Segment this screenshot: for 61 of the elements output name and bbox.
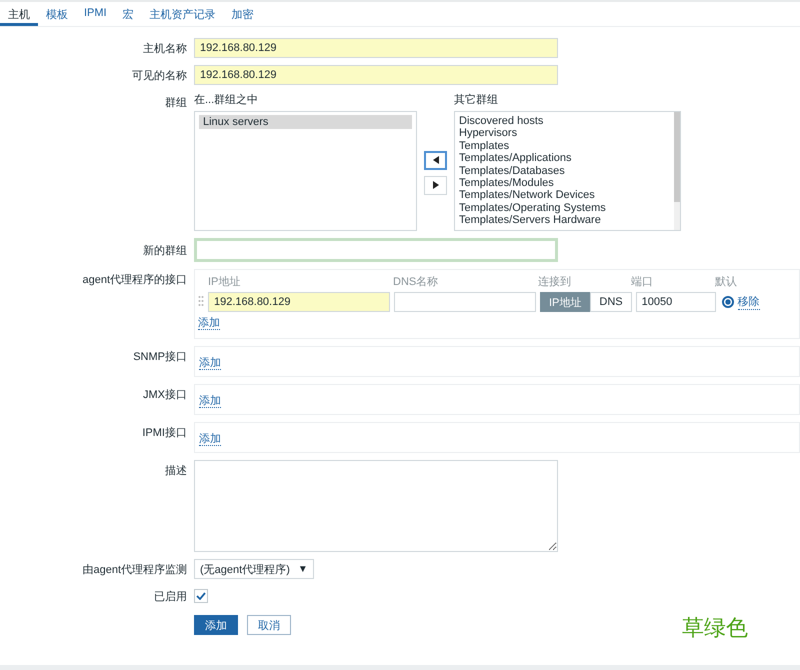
field-label: IPMI接口 (141, 426, 187, 440)
dropdown[interactable]: (无agent代理程序) ▼ (194, 559, 314, 579)
add-link[interactable]: 添加 (199, 395, 221, 408)
drag-handle-icon[interactable] (198, 295, 204, 309)
checkbox[interactable] (194, 589, 208, 603)
list-item[interactable]: Templates/Applications (459, 152, 670, 165)
field-label: 新的群组 (142, 244, 187, 258)
left-triangle-icon (432, 156, 438, 164)
field-label: agent代理程序的接口 (81, 272, 187, 287)
column-header: 连接到 (538, 274, 572, 289)
form-button[interactable]: 取消 (247, 615, 291, 635)
remove-link[interactable]: 移除 (738, 294, 760, 310)
text-area[interactable] (194, 460, 558, 552)
input-field[interactable]: 192.168.80.129 (208, 292, 390, 312)
field-label: 主机名称 (142, 42, 187, 56)
toggle-button[interactable]: DNS (590, 292, 632, 312)
move-left-button[interactable] (424, 150, 447, 170)
list-item[interactable]: Templates/Operating Systems (459, 202, 670, 214)
radio-button[interactable] (722, 296, 734, 308)
tab[interactable]: 模板 (38, 2, 76, 26)
input-field[interactable]: 192.168.80.129 (194, 65, 558, 85)
list-item[interactable]: Templates/Databases (459, 164, 670, 178)
list-item[interactable]: Linux servers (199, 115, 412, 129)
list-item[interactable]: Hypervisors (459, 127, 670, 140)
input-field[interactable] (394, 292, 536, 312)
list-box[interactable]: Discovered hosts Hypervisors Templates Templates/Applications Templates/Databases Templates/Modules Templates/Network Devices Templates/Operating Systems Templates/Servers Hardware (454, 111, 681, 231)
tab[interactable]: 加密 (224, 2, 262, 26)
input-field[interactable]: 10050 (636, 292, 716, 312)
list-heading: 在...群组之中 (194, 92, 260, 105)
list-item[interactable]: Templates (459, 140, 670, 152)
list-box[interactable]: Linux servers (194, 111, 417, 231)
list-item[interactable]: Discovered hosts (459, 115, 670, 128)
add-link[interactable]: 添加 (199, 433, 221, 446)
list-item[interactable]: Templates/Network Devices (459, 189, 670, 202)
tab[interactable]: 主机 (0, 2, 38, 26)
field-label: JMX接口 (142, 388, 187, 402)
tab[interactable]: IPMI (76, 2, 115, 26)
annotation-text: 草绿色 (682, 615, 748, 643)
field-label: SNMP接口 (132, 350, 187, 364)
column-header: 默认 (715, 275, 737, 289)
field-label: 可见的名称 (131, 68, 187, 82)
field-label: 群组 (164, 96, 187, 110)
list-heading: 其它群组 (454, 92, 499, 105)
right-triangle-icon (432, 181, 438, 189)
tab[interactable]: 主机资产记录 (142, 2, 224, 26)
input-field[interactable] (194, 238, 558, 262)
list-item[interactable]: Templates/Servers Hardware (459, 214, 670, 227)
column-header: 端口 (631, 275, 654, 289)
field-label: 已启用 (153, 590, 187, 604)
tab[interactable]: 宏 (114, 2, 142, 26)
add-link[interactable]: 添加 (199, 357, 221, 370)
column-header: IP地址 (208, 275, 242, 289)
add-link[interactable]: 添加 (198, 317, 220, 330)
move-right-button[interactable] (424, 176, 447, 194)
column-header: DNS名称 (393, 275, 440, 289)
input-field[interactable]: 192.168.80.129 (194, 38, 558, 58)
scrollbar[interactable] (674, 112, 680, 230)
list-item[interactable]: Templates/Modules (459, 177, 670, 190)
field-label: 由agent代理程序监测 (81, 562, 187, 576)
form-button[interactable]: 添加 (194, 615, 238, 635)
field-label: 描述 (164, 464, 187, 478)
